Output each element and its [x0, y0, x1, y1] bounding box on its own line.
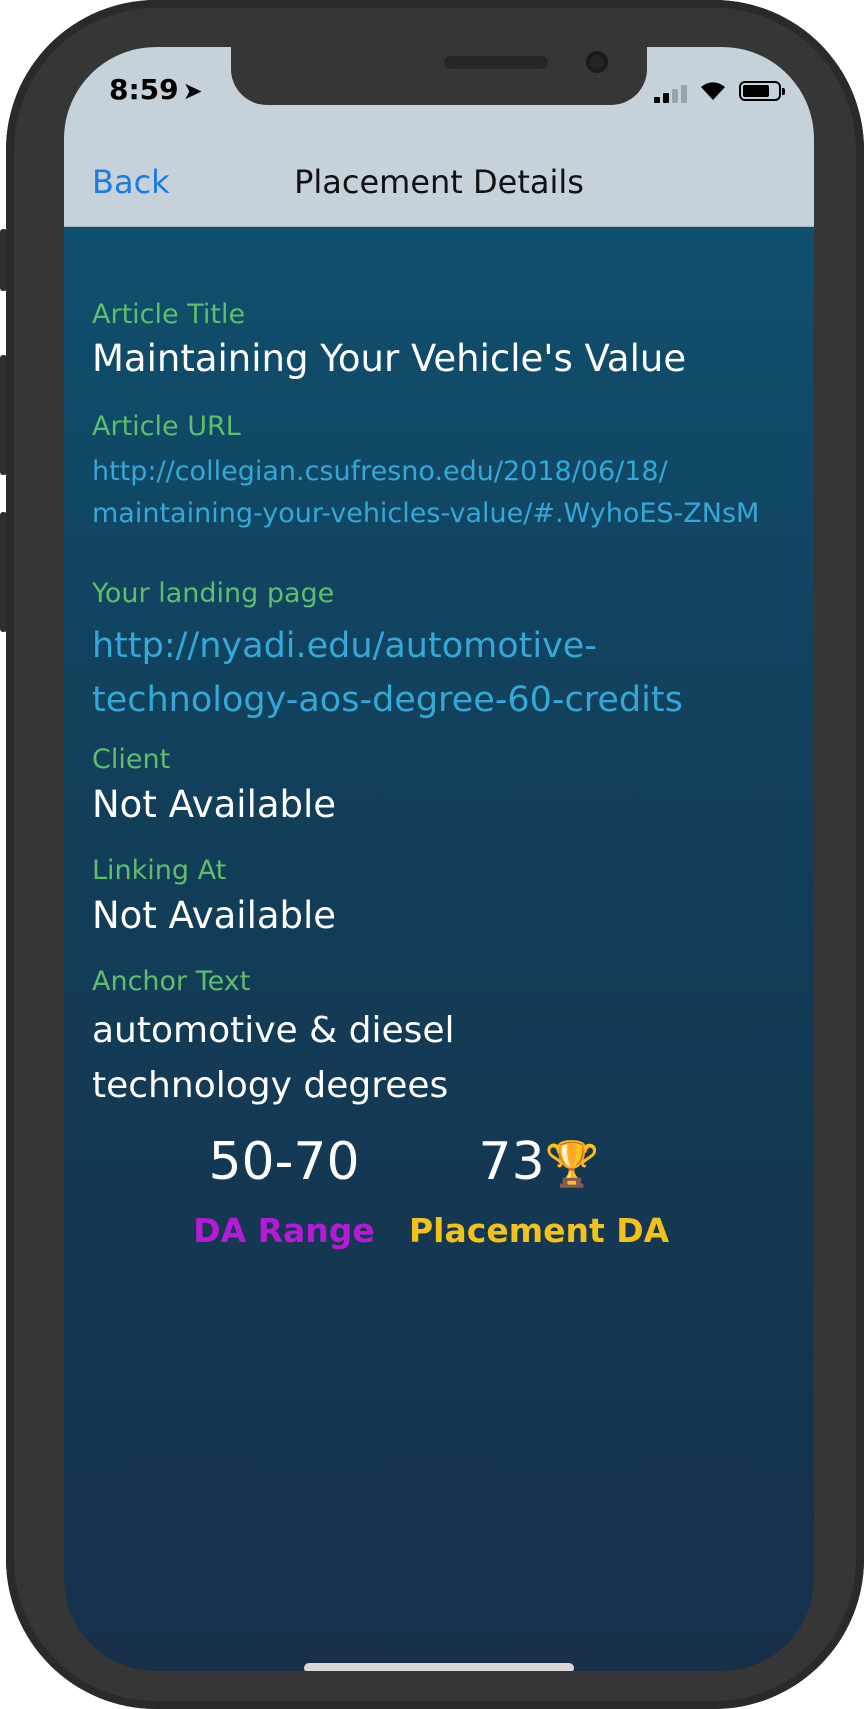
da-range-value: 50-70 [208, 1132, 360, 1192]
cellular-signal-icon [654, 85, 690, 103]
status-time: 8:59 ➤ [109, 73, 203, 106]
article-url-line-2: maintaining-your-vehicles-value/#.WyhoES… [92, 498, 760, 529]
home-indicator[interactable] [304, 1663, 574, 1671]
placement-da-label: Placement DA [409, 1211, 670, 1250]
anchor-text-label: Anchor Text [92, 966, 251, 997]
landing-page-label: Your landing page [92, 578, 335, 609]
linking-at-label: Linking At [92, 855, 227, 886]
device-notch [231, 47, 647, 105]
anchor-text-line-2: technology degrees [92, 1065, 449, 1106]
article-title-value: Maintaining Your Vehicle's Value [92, 337, 687, 380]
battery-icon [739, 81, 785, 101]
article-url-line-1: http://collegian.csufresno.edu/2018/06/1… [92, 456, 668, 487]
screen: 8:59 ➤ Back Placement Details Article Tit… [64, 47, 814, 1671]
landing-page-line-2: technology-aos-degree-60-credits [92, 680, 683, 720]
phone-frame: 8:59 ➤ Back Placement Details Article Tit… [6, 0, 864, 1709]
client-value: Not Available [92, 783, 337, 826]
page-title: Placement Details [294, 163, 584, 201]
da-range-label: DA Range [193, 1211, 375, 1250]
speaker-grille [444, 56, 548, 69]
landing-page-link[interactable]: http://nyadi.edu/automotive- technology-… [92, 619, 792, 727]
trophy-icon: 🏆 [544, 1139, 600, 1190]
article-url-label: Article URL [92, 411, 241, 442]
placement-da-value: 73🏆 [478, 1132, 600, 1192]
article-title-label: Article Title [92, 299, 246, 330]
front-camera [586, 51, 608, 73]
anchor-text-line-1: automotive & diesel [92, 1010, 455, 1051]
wifi-icon [701, 82, 725, 100]
client-label: Client [92, 744, 171, 775]
location-arrow-icon: ➤ [182, 77, 203, 105]
landing-page-line-1: http://nyadi.edu/automotive- [92, 626, 597, 666]
linking-at-value: Not Available [92, 894, 337, 937]
anchor-text-value: automotive & diesel technology degrees [92, 1003, 512, 1113]
article-url-link[interactable]: http://collegian.csufresno.edu/2018/06/1… [92, 451, 792, 535]
